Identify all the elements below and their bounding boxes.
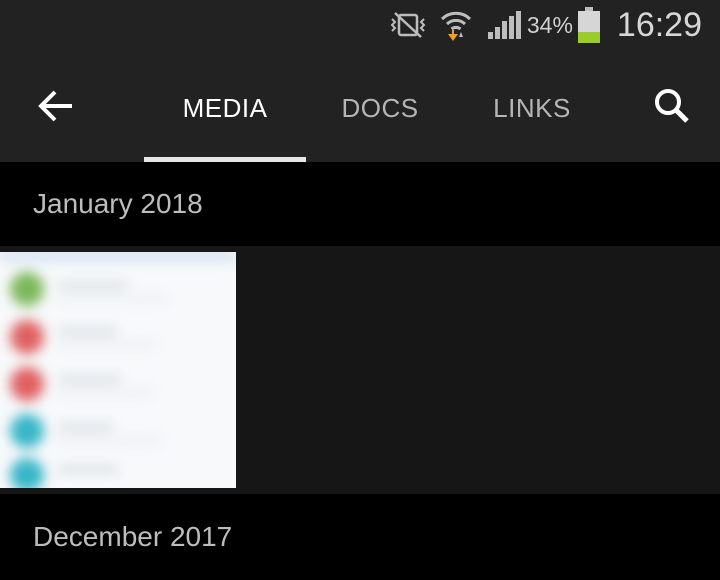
vibrate-off-icon (389, 10, 427, 40)
tab-links[interactable]: LINKS (468, 80, 596, 136)
tab-media[interactable]: MEDIA (144, 80, 306, 136)
battery-icon (577, 6, 601, 44)
media-grid (0, 246, 720, 494)
section-header-january-2018: January 2018 (0, 162, 720, 246)
status-bar: 34% 16:29 (0, 0, 720, 50)
section-title: December 2017 (33, 521, 233, 552)
battery-percent: 34% (526, 11, 573, 38)
media-thumbnail[interactable] (0, 252, 236, 488)
search-icon (652, 86, 692, 131)
search-button[interactable] (640, 80, 704, 136)
status-icons: 34% 16:29 (389, 0, 702, 50)
section-title: January 2018 (33, 188, 203, 219)
section-header-december-2017: December 2017 (0, 494, 720, 580)
thumbnail-image (0, 252, 236, 488)
status-time: 16:29 (616, 5, 702, 44)
wifi-icon (439, 7, 473, 43)
back-arrow-icon (36, 88, 76, 129)
back-button[interactable] (24, 80, 88, 136)
signal-icon (487, 10, 521, 40)
app-bar: MEDIA DOCS LINKS (0, 50, 720, 162)
tab-docs[interactable]: DOCS (316, 80, 444, 136)
